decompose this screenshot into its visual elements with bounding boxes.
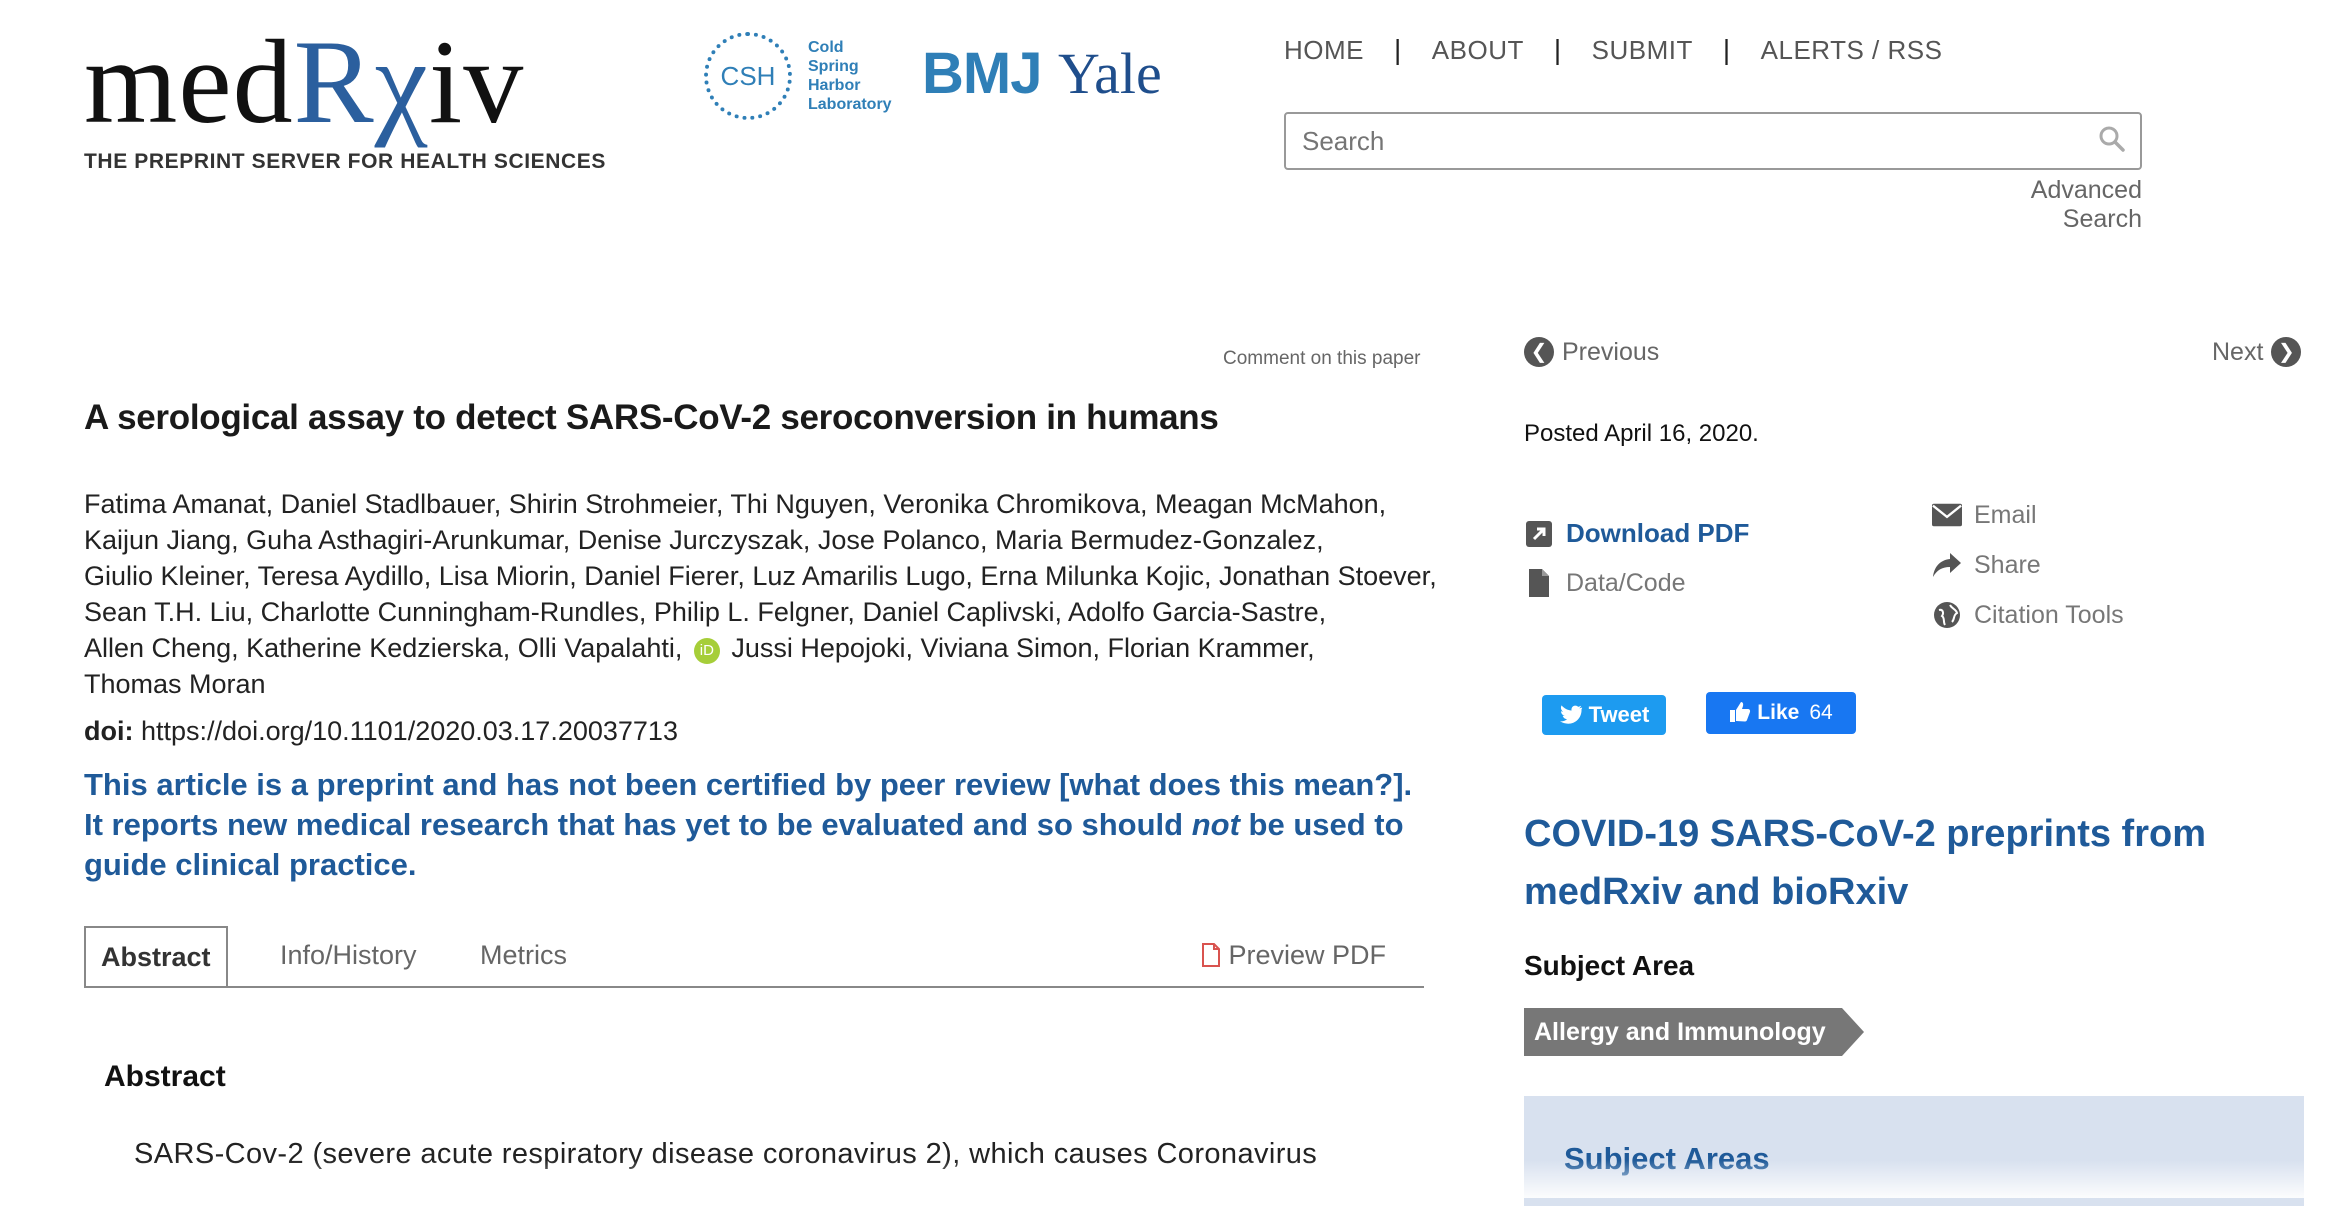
bmj-logo[interactable]: BMJ (922, 40, 1042, 107)
doi-line: doi: https://doi.org/10.1101/2020.03.17.… (84, 716, 678, 747)
logo-wordmark: medRχiv (84, 22, 614, 142)
like-count: 64 (1809, 701, 1833, 724)
file-icon (1524, 568, 1554, 598)
nav-separator: | (1394, 34, 1402, 65)
posted-date: Posted April 16, 2020. (1524, 420, 1759, 447)
download-pdf-link[interactable]: Download PDF (1524, 518, 1749, 549)
doi-link[interactable]: https://doi.org/10.1101/2020.03.17.20037… (141, 716, 678, 746)
citation-tools-label: Citation Tools (1974, 600, 2124, 629)
facebook-like-button[interactable]: Like 64 (1706, 692, 1856, 734)
tab-metrics[interactable]: Metrics (480, 926, 567, 984)
author-line[interactable]: Giulio Kleiner, Teresa Aydillo, Lisa Mio… (84, 558, 1437, 594)
previous-label: Previous (1562, 337, 1660, 366)
previous-link[interactable]: ❮ Previous (1524, 337, 1659, 367)
arrow-left-icon: ❮ (1524, 337, 1554, 367)
download-pdf-label: Download PDF (1566, 518, 1750, 548)
csh-line: Cold (808, 39, 844, 56)
author-line[interactable]: Kaijun Jiang, Guha Asthagiri-Arunkumar, … (84, 522, 1414, 558)
article-title: A serological assay to detect SARS-CoV-2… (84, 398, 1219, 437)
author-line[interactable]: Fatima Amanat, Daniel Stadlbauer, Shirin… (84, 486, 1414, 522)
arrow-right-icon: ❯ (2271, 337, 2302, 367)
search-icon[interactable] (2098, 125, 2126, 158)
search-input[interactable] (1300, 124, 2064, 158)
search-box (1284, 112, 2142, 170)
author-line[interactable]: Sean T.H. Liu, Charlotte Cunningham-Rund… (84, 594, 1414, 630)
author-line-orcid: Allen Cheng, Katherine Kedzierska, Olli … (84, 630, 1414, 666)
share-arrow-icon (1932, 550, 1962, 580)
data-code-link[interactable]: Data/Code (1524, 568, 1686, 598)
email-label: Email (1974, 500, 2037, 529)
nav-separator: | (1722, 34, 1731, 65)
subject-area-heading: Subject Area (1524, 950, 1695, 981)
csh-line: Spring (808, 58, 859, 75)
notice-emphasis: not (1191, 807, 1240, 842)
preprint-notice[interactable]: This article is a preprint and has not b… (84, 765, 1424, 885)
article-tabs: Abstract Info/History Metrics Preview PD… (84, 926, 1424, 988)
orcid-icon[interactable]: iD (693, 638, 720, 664)
nav-about[interactable]: ABOUT (1432, 35, 1524, 66)
csh-line: Laboratory (808, 96, 892, 113)
csh-circle-mark: CSH (704, 32, 792, 120)
nav-home[interactable]: HOME (1284, 35, 1364, 66)
nav-alerts-rss[interactable]: ALERTS / RSS (1761, 35, 1943, 66)
yale-logo[interactable]: Yale (1058, 40, 1162, 107)
preview-pdf-label: Preview PDF (1228, 940, 1386, 970)
logo-tagline: THE PREPRINT SERVER FOR HEALTH SCIENCES (84, 150, 607, 173)
twitter-bird-icon (1559, 702, 1589, 728)
author-line[interactable]: Allen Cheng, Katherine Kedzierska, Olli … (84, 633, 682, 663)
thumbs-up-icon (1729, 701, 1757, 726)
medrxiv-logo[interactable]: medRχiv THE PREPRINT SERVER FOR HEALTH S… (84, 22, 614, 174)
like-label: Like (1757, 701, 1800, 724)
abstract-heading: Abstract (104, 1060, 226, 1093)
preview-pdf-link[interactable]: Preview PDF (1201, 926, 1386, 984)
logo-rx: Rχ (293, 15, 429, 148)
data-code-label: Data/Code (1566, 568, 1686, 597)
nav-separator: | (1553, 34, 1562, 65)
external-link-icon (1524, 519, 1554, 549)
author-line[interactable]: Thomas Moran (84, 666, 1414, 702)
globe-icon (1932, 600, 1962, 630)
author-line[interactable]: Jussi Hepojoki, Viviana Simon, Florian K… (731, 633, 1314, 663)
share-label: Share (1974, 550, 2041, 579)
envelope-icon (1932, 500, 1962, 530)
advanced-search-link[interactable]: Advanced Search (1950, 176, 2142, 234)
csh-text: Cold Spring Harbor Laboratory (808, 38, 892, 114)
author-list: Fatima Amanat, Daniel Stadlbauer, Shirin… (84, 486, 1437, 702)
csh-line: Harbor (808, 77, 861, 94)
pdf-file-icon (1201, 940, 1229, 970)
email-link[interactable]: Email (1932, 500, 2037, 530)
covid-collection-link[interactable]: COVID-19 SARS-CoV-2 preprints from medRx… (1524, 805, 2244, 921)
tweet-button[interactable]: Tweet (1542, 695, 1666, 735)
citation-tools-link[interactable]: Citation Tools (1932, 600, 2124, 630)
csh-logo[interactable]: CSH Cold Spring Harbor Laboratory (704, 32, 892, 120)
bottom-fade-overlay (0, 1160, 2334, 1198)
logo-med: med (84, 15, 294, 148)
next-link[interactable]: Next ❯ (2212, 337, 2302, 367)
logo-iv: iv (428, 15, 525, 148)
doi-label: doi: (84, 716, 134, 746)
comment-link[interactable]: Comment on this paper (1223, 348, 1421, 370)
nav-submit[interactable]: SUBMIT (1592, 35, 1693, 66)
next-label: Next (2212, 337, 2264, 366)
subject-tag[interactable]: Allergy and Immunology (1524, 1008, 1864, 1056)
top-navigation: HOME | ABOUT | SUBMIT | ALERTS / RSS (1284, 34, 1942, 66)
tweet-label: Tweet (1588, 702, 1650, 727)
share-link[interactable]: Share (1932, 550, 2041, 580)
tab-abstract[interactable]: Abstract (84, 926, 228, 986)
tab-info-history[interactable]: Info/History (280, 926, 417, 984)
